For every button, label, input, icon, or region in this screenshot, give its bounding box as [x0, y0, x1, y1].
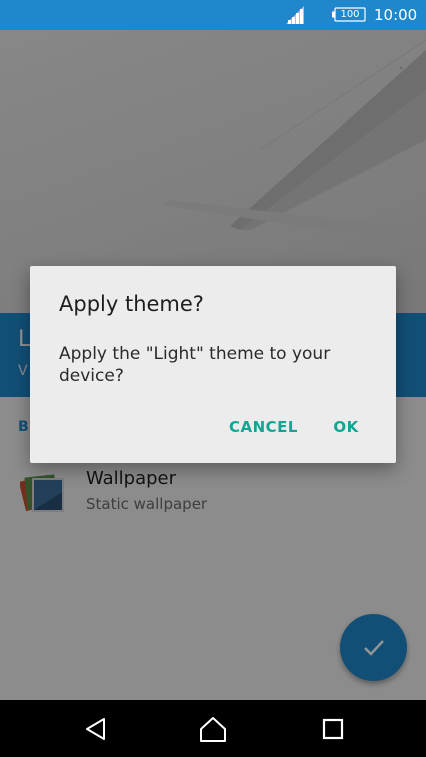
dialog-title: Apply theme? [59, 292, 204, 316]
apply-theme-dialog: Apply theme? Apply the "Light" theme to … [30, 266, 396, 463]
screen: 100 10:00 L V B Wallpaper Static wallpap… [0, 0, 426, 757]
clock: 10:00 [374, 6, 418, 24]
battery-level: 100 [340, 9, 360, 20]
navigation-bar [0, 700, 426, 757]
dialog-message: Apply the "Light" theme to your device? [59, 344, 331, 386]
signal-icon [286, 6, 304, 24]
ok-button[interactable]: OK [330, 412, 362, 442]
recents-icon[interactable] [318, 714, 348, 744]
cancel-button[interactable]: CANCEL [229, 412, 297, 442]
home-icon[interactable] [198, 714, 228, 744]
back-icon[interactable] [81, 714, 111, 744]
status-bar: 100 10:00 [0, 0, 426, 30]
